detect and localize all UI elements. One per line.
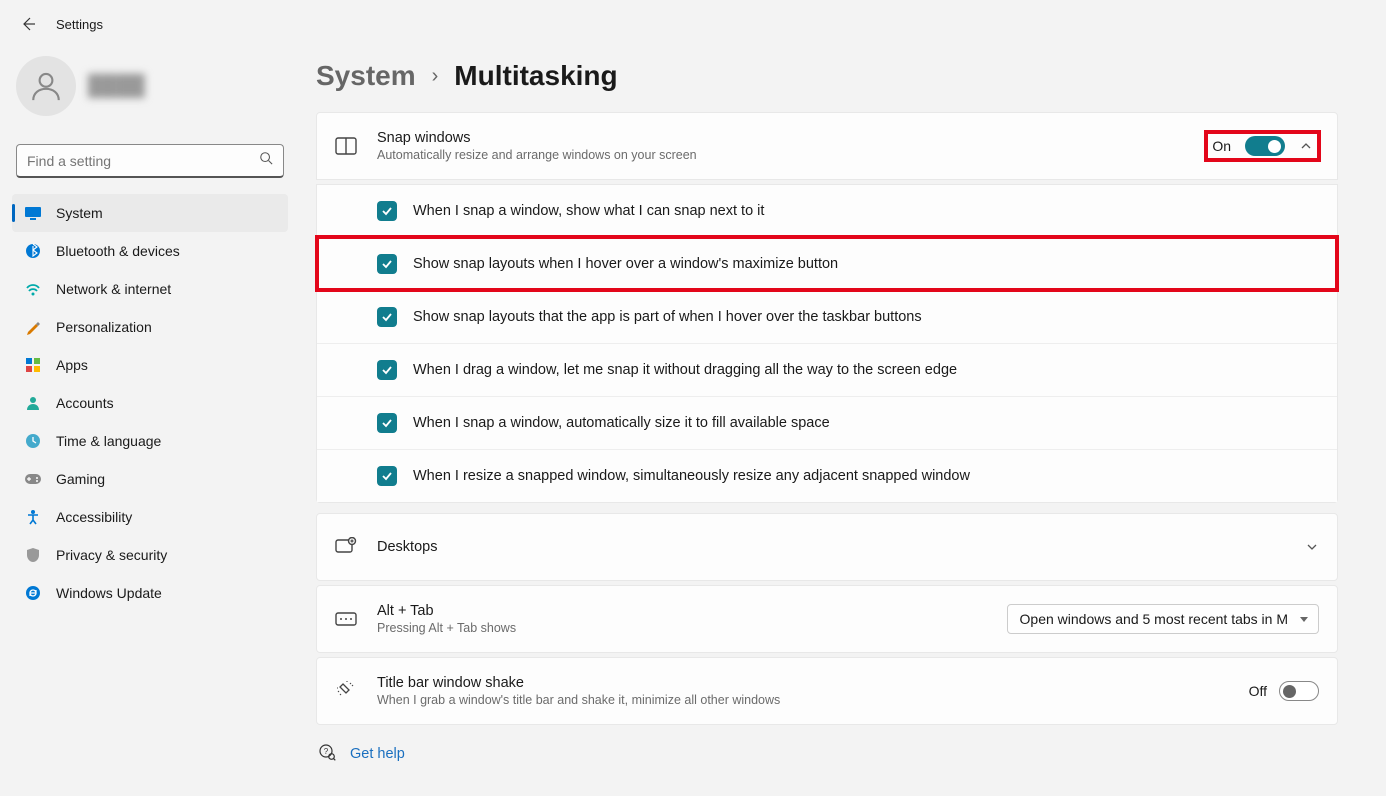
alt-tab-title: Alt + Tab	[377, 603, 987, 619]
profile-name-blurred: ████	[88, 75, 145, 98]
gaming-icon	[24, 470, 42, 488]
snap-option-label: When I resize a snapped window, simultan…	[413, 468, 970, 484]
sidebar-item-network[interactable]: Network & internet	[12, 270, 288, 308]
alt-tab-subtitle: Pressing Alt + Tab shows	[377, 621, 987, 635]
highlight-toggle-box: On	[1206, 132, 1319, 160]
snap-option-checkbox[interactable]	[377, 466, 397, 486]
snap-option-label: Show snap layouts that the app is part o…	[413, 309, 922, 325]
shake-toggle[interactable]	[1279, 681, 1319, 701]
desktops-icon	[335, 536, 357, 558]
snap-option-label: When I snap a window, automatically size…	[413, 415, 830, 431]
help-label: Get help	[350, 746, 405, 762]
title-bar-shake-card: Title bar window shake When I grab a win…	[316, 657, 1338, 725]
snap-option-row: When I snap a window, automatically size…	[317, 396, 1337, 449]
sidebar-item-label: Bluetooth & devices	[56, 243, 180, 259]
sidebar-item-accounts[interactable]: Accounts	[12, 384, 288, 422]
sidebar-item-privacy[interactable]: Privacy & security	[12, 536, 288, 574]
snap-subtitle: Automatically resize and arrange windows…	[377, 148, 1186, 162]
sidebar-item-label: Privacy & security	[56, 547, 167, 563]
sidebar-item-update[interactable]: Windows Update	[12, 574, 288, 612]
breadcrumb-current: Multitasking	[454, 60, 617, 92]
sidebar: ████ System Bluetooth & devices Network & …	[0, 48, 300, 796]
snap-windows-header[interactable]: Snap windows Automatically resize and ar…	[317, 113, 1337, 179]
app-title: Settings	[56, 17, 103, 32]
snap-windows-card: Snap windows Automatically resize and ar…	[316, 112, 1338, 180]
snap-option-row: When I drag a window, let me snap it wit…	[317, 343, 1337, 396]
sidebar-item-accessibility[interactable]: Accessibility	[12, 498, 288, 536]
sidebar-item-label: Network & internet	[56, 281, 171, 297]
help-icon: ?	[318, 743, 336, 765]
sidebar-item-label: Personalization	[56, 319, 152, 335]
snap-windows-icon	[335, 135, 357, 157]
snap-option-label: Show snap layouts when I hover over a wi…	[413, 256, 838, 272]
system-icon	[24, 204, 42, 222]
snap-toggle-label: On	[1212, 138, 1231, 154]
apps-icon	[24, 356, 42, 374]
sidebar-item-label: Windows Update	[56, 585, 162, 601]
sidebar-item-label: Gaming	[56, 471, 105, 487]
sidebar-item-label: Accessibility	[56, 509, 132, 525]
snap-option-label: When I snap a window, show what I can sn…	[413, 203, 764, 219]
sidebar-item-time[interactable]: Time & language	[12, 422, 288, 460]
network-icon	[24, 280, 42, 298]
time-icon	[24, 432, 42, 450]
chevron-up-icon[interactable]	[1299, 139, 1313, 153]
snap-option-checkbox[interactable]	[377, 201, 397, 221]
accessibility-icon	[24, 508, 42, 526]
sidebar-item-gaming[interactable]: Gaming	[12, 460, 288, 498]
sidebar-item-label: Accounts	[56, 395, 114, 411]
search-icon	[259, 151, 273, 170]
snap-toggle[interactable]	[1245, 136, 1285, 156]
snap-option-row: When I snap a window, show what I can sn…	[317, 185, 1337, 237]
snap-option-checkbox[interactable]	[377, 307, 397, 327]
sidebar-item-system[interactable]: System	[12, 194, 288, 232]
avatar	[16, 56, 76, 116]
shake-toggle-label: Off	[1249, 683, 1267, 699]
bluetooth-icon	[24, 242, 42, 260]
desktops-card[interactable]: Desktops	[316, 513, 1338, 581]
shake-subtitle: When I grab a window's title bar and sha…	[377, 693, 1229, 707]
sidebar-item-label: System	[56, 205, 103, 221]
snap-option-row: Show snap layouts that the app is part o…	[317, 290, 1337, 343]
accounts-icon	[24, 394, 42, 412]
sidebar-item-personalization[interactable]: Personalization	[12, 308, 288, 346]
search-box[interactable]	[16, 144, 284, 178]
snap-option-checkbox[interactable]	[377, 360, 397, 380]
main-content: System › Multitasking Snap windows Autom…	[300, 48, 1386, 796]
shake-icon	[335, 680, 357, 702]
snap-option-row: When I resize a snapped window, simultan…	[317, 449, 1337, 502]
search-input[interactable]	[27, 153, 259, 169]
snap-option-checkbox[interactable]	[377, 413, 397, 433]
breadcrumb-parent[interactable]: System	[316, 60, 416, 92]
alt-tab-icon	[335, 608, 357, 630]
update-icon	[24, 584, 42, 602]
desktops-title: Desktops	[377, 539, 1285, 555]
get-help-link[interactable]: ? Get help	[316, 729, 1338, 779]
snap-options-list: When I snap a window, show what I can sn…	[316, 184, 1338, 503]
back-button[interactable]	[16, 12, 40, 36]
sidebar-item-apps[interactable]: Apps	[12, 346, 288, 384]
chevron-right-icon: ›	[432, 65, 439, 88]
alt-tab-card: Alt + Tab Pressing Alt + Tab shows Open …	[316, 585, 1338, 653]
personalization-icon	[24, 318, 42, 336]
privacy-icon	[24, 546, 42, 564]
snap-option-label: When I drag a window, let me snap it wit…	[413, 362, 957, 378]
chevron-down-icon	[1305, 540, 1319, 554]
breadcrumb: System › Multitasking	[316, 60, 1338, 92]
sidebar-item-label: Time & language	[56, 433, 161, 449]
snap-option-checkbox[interactable]	[377, 254, 397, 274]
snap-title: Snap windows	[377, 130, 1186, 146]
shake-title: Title bar window shake	[377, 675, 1229, 691]
profile-section[interactable]: ████	[12, 56, 288, 132]
sidebar-item-label: Apps	[56, 357, 88, 373]
sidebar-item-bluetooth[interactable]: Bluetooth & devices	[12, 232, 288, 270]
snap-option-row: Show snap layouts when I hover over a wi…	[317, 237, 1337, 290]
alt-tab-dropdown[interactable]: Open windows and 5 most recent tabs in M	[1007, 604, 1319, 634]
svg-text:?: ?	[324, 747, 329, 756]
